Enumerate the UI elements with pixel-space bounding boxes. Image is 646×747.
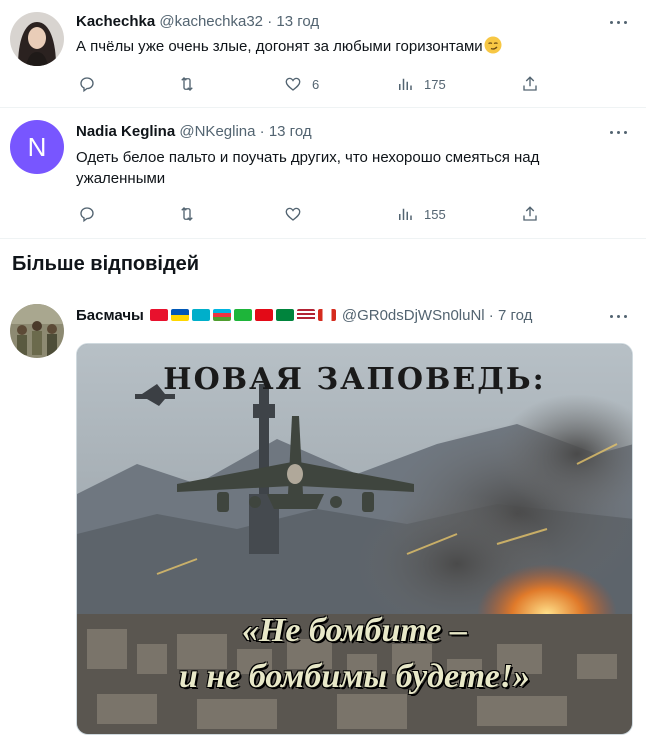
avatar-basmachy[interactable] [10,304,64,358]
meme-bottom-line-2: и не бомбимы будете!» [179,658,530,695]
share-icon [523,206,537,221]
avatar-letter: N [27,131,47,162]
like-icon [285,77,301,91]
tweet-time[interactable]: 13 год [269,123,312,140]
author-handle[interactable]: @GR0dsDjWSn0luNl [342,307,485,324]
more-replies-heading: Більше відповідей [12,253,200,275]
flag-tr-icon [254,309,273,322]
tweet-time[interactable]: 13 год [276,13,319,30]
views-icon [399,208,412,220]
share-button[interactable] [521,202,539,226]
share-button[interactable] [521,72,539,96]
like-button[interactable]: 6 [284,72,319,96]
flag-kz-icon [191,309,210,322]
retweet-button[interactable] [178,202,206,226]
reply-button[interactable] [78,72,106,96]
flag-tm-icon [275,309,294,322]
tweet-actions: 6 175 [76,72,556,96]
tweet-time[interactable]: 7 год [498,307,532,324]
tweet-text: Одеть белое пальто и поучать других, что… [76,149,540,187]
separator-dot: · [259,123,265,140]
flag-kg-icon [149,309,168,322]
retweet-button[interactable] [178,72,206,96]
tweet-header: Kachechka @kachechka32 · 13 год [76,12,319,32]
views-count: 175 [424,76,446,92]
like-button[interactable] [284,202,312,226]
tweet-kachechka: Kachechka @kachechka32 · 13 год А пчёлы … [0,0,646,107]
author-handle[interactable]: @kachechka32 [159,13,263,30]
flag-emojis [149,309,336,322]
views-button[interactable]: 175 [396,72,446,96]
separator-dot: · [267,13,273,30]
flag-ca-icon [317,309,336,322]
reply-icon [80,77,94,93]
more-icon[interactable] [608,12,630,32]
author-name[interactable]: Kachechka [76,13,155,30]
tweet-text: А пчёлы уже очень злые, догонят за любым… [76,36,616,60]
flag-az-icon [212,309,231,322]
smirk-face-icon [484,36,502,60]
share-icon [523,76,537,91]
author-name[interactable]: Басмачы [76,307,144,324]
author-handle[interactable]: @NKeglina [179,123,255,140]
flag-us-icon [296,309,315,322]
tweet-image[interactable]: НОВАЯ ЗАПОВЕДЬ: «Не бомбите – и не бомби… [76,343,633,735]
separator-dot: · [488,307,494,324]
avatar-nadia[interactable]: N [10,120,64,174]
meme-bottom-line-1: «Не бомбите – [241,612,468,649]
retweet-icon [181,77,193,91]
tweet-header: Басмачы @GR0dsDjWSn0luNl · 7 год [76,306,532,326]
like-icon [285,207,301,221]
flag-ua-icon [170,309,189,322]
more-icon[interactable] [608,306,630,326]
tweet-actions: 155 [76,202,556,226]
avatar-kachechka[interactable] [10,12,64,66]
meme-top-text: НОВАЯ ЗАПОВЕДЬ: [163,362,546,397]
more-icon[interactable] [608,122,630,142]
views-icon [399,78,412,90]
reply-icon [80,207,94,223]
reply-button[interactable] [78,202,106,226]
like-count: 6 [312,76,320,92]
divider [0,238,646,239]
tweet-nadia-keglina: N Nadia Keglina @NKeglina · 13 год Одеть… [0,108,646,238]
retweet-icon [181,207,193,221]
tweet-header: Nadia Keglina @NKeglina · 13 год [76,122,312,142]
views-button[interactable]: 155 [396,202,446,226]
views-count: 155 [424,206,446,222]
flag-uz-icon [233,309,252,322]
tweet-text-content: А пчёлы уже очень злые, догонят за любым… [76,38,483,55]
author-name[interactable]: Nadia Keglina [76,123,175,140]
